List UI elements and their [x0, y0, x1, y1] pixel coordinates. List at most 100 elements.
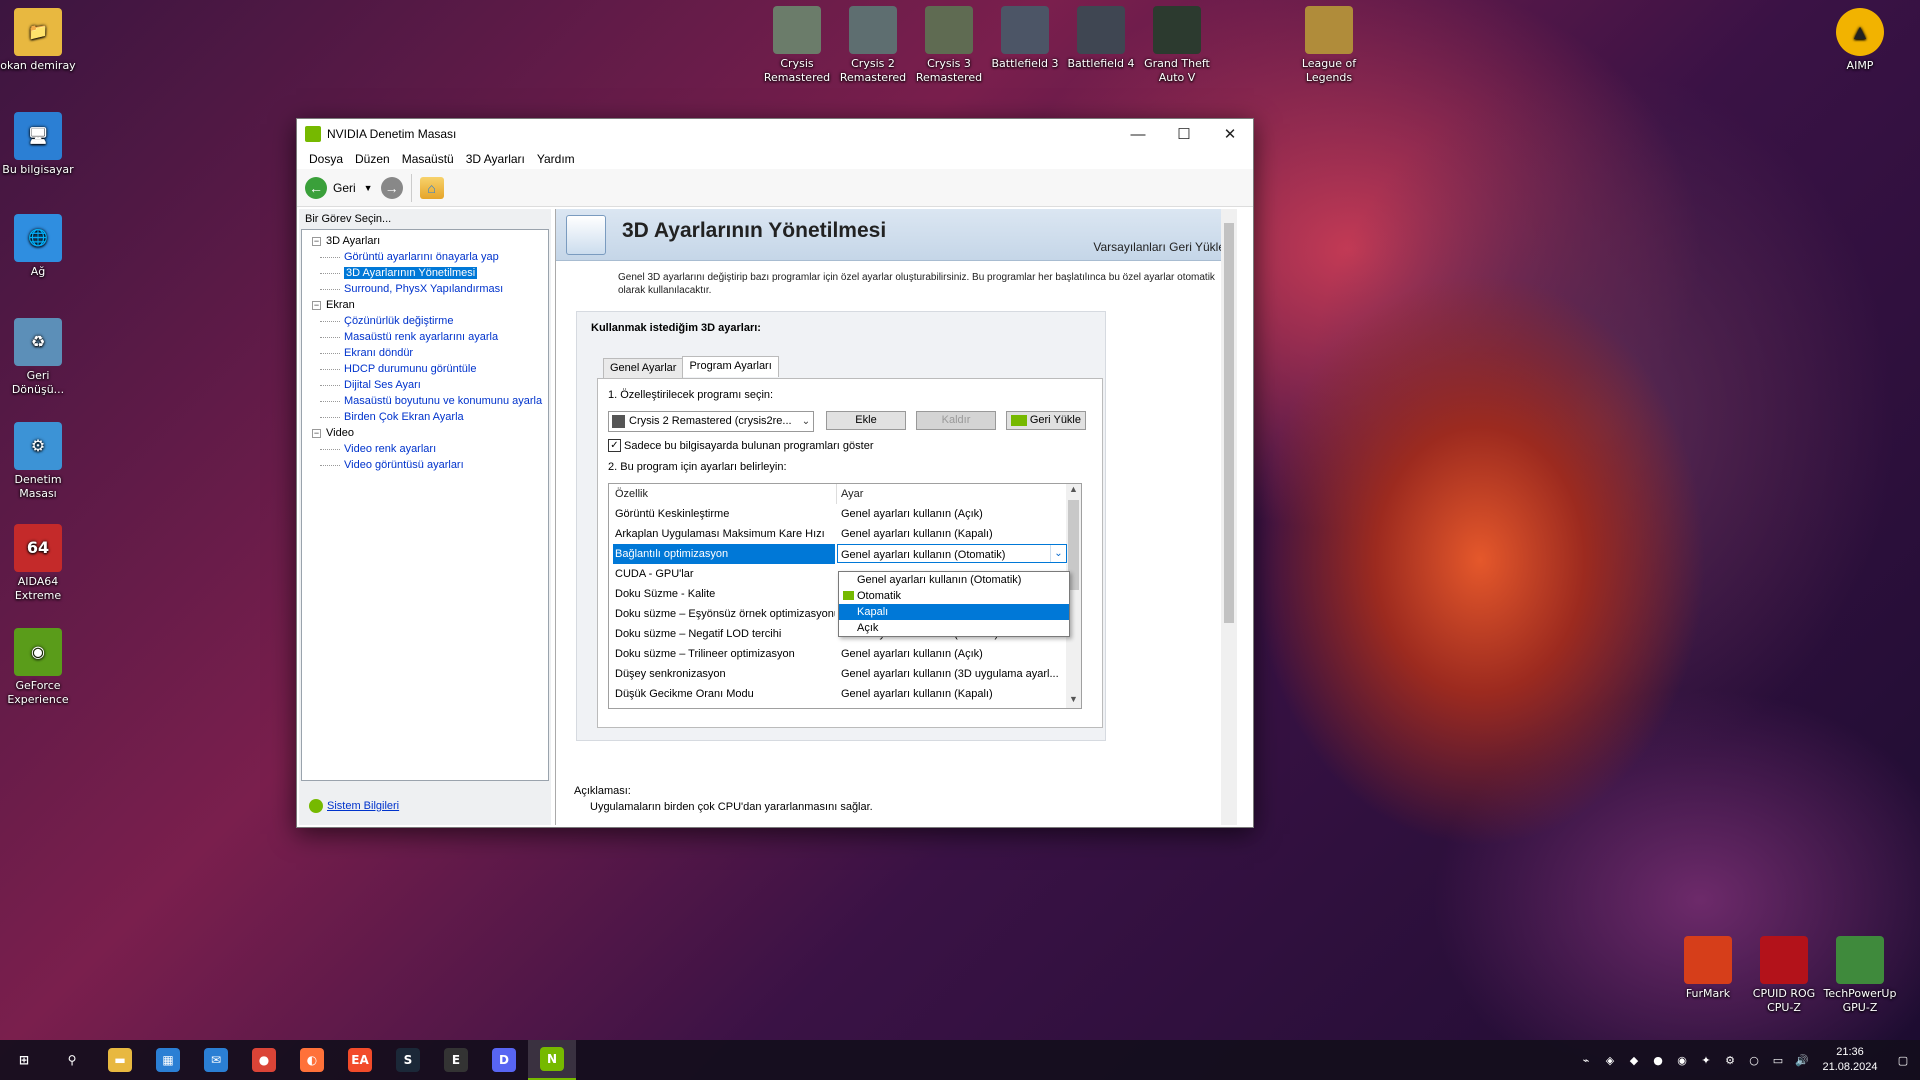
desktop-icon[interactable]: ◉ GeForce Experience — [0, 628, 76, 707]
tree-item[interactable]: Video görüntüsü ayarları — [306, 457, 544, 473]
tree-item[interactable]: Çözünürlük değiştirme — [306, 313, 544, 329]
tray-app-icon[interactable]: ◆ — [1622, 1040, 1646, 1080]
menu-masaustu[interactable]: Masaüstü — [396, 152, 460, 166]
collapse-icon[interactable]: − — [312, 237, 321, 246]
tree-item[interactable]: Masaüstü renk ayarlarını ayarla — [306, 329, 544, 345]
dropdown-option[interactable]: Otomatik — [839, 588, 1069, 604]
notification-icon[interactable]: ▢ — [1886, 1040, 1920, 1080]
add-button[interactable]: Ekle — [826, 411, 906, 430]
taskbar-ea-button[interactable]: EA — [336, 1040, 384, 1080]
tree-category[interactable]: − Ekran — [306, 297, 544, 313]
desktop-icon[interactable]: Crysis 3 Remastered — [911, 6, 987, 85]
tray-app-icon[interactable]: ⚙ — [1718, 1040, 1742, 1080]
title-bar[interactable]: NVIDIA Denetim Masası — ☐ ✕ — [297, 119, 1253, 149]
remove-button[interactable]: Kaldır — [916, 411, 996, 430]
taskbar-mail-button[interactable]: ✉ — [192, 1040, 240, 1080]
tree-item[interactable]: HDCP durumunu görüntüle — [306, 361, 544, 377]
tab-program-settings[interactable]: Program Ayarları — [682, 356, 779, 377]
desktop-icon[interactable]: Battlefield 3 — [987, 6, 1063, 71]
desktop-icon[interactable]: Grand Theft Auto V — [1139, 6, 1215, 85]
menu-dosya[interactable]: Dosya — [303, 152, 349, 166]
restore-defaults-link[interactable]: Varsayılanları Geri Yükle — [1093, 240, 1225, 254]
dropdown-option[interactable]: Açık — [839, 620, 1069, 636]
tray-app-icon[interactable]: ◉ — [1670, 1040, 1694, 1080]
tray-app-icon[interactable]: ● — [1646, 1040, 1670, 1080]
chevron-down-icon[interactable]: ⌄ — [1050, 545, 1066, 562]
tab-global-settings[interactable]: Genel Ayarlar — [603, 358, 684, 379]
desktop-icon-aimp[interactable]: ▲ AIMP — [1822, 8, 1898, 73]
column-header-setting[interactable]: Ayar — [841, 484, 1063, 504]
collapse-icon[interactable]: − — [312, 429, 321, 438]
tree-item[interactable]: Ekranı döndür — [306, 345, 544, 361]
home-icon[interactable]: ⌂ — [419, 176, 444, 199]
tree-category[interactable]: − Video — [306, 425, 544, 441]
table-row[interactable]: Bağlantılı optimizasyon Genel ayarları ku… — [609, 544, 1067, 564]
desktop-icon[interactable]: TechPowerUp GPU-Z — [1822, 936, 1898, 1015]
network-icon[interactable]: ▭ — [1766, 1040, 1790, 1080]
table-row[interactable]: Arkaplan Uygulaması Maksimum Kare Hızı Ge… — [609, 524, 1067, 544]
close-button[interactable]: ✕ — [1207, 119, 1253, 149]
dropdown-option[interactable]: Genel ayarları kullanın (Otomatik) — [839, 572, 1069, 588]
tree-item[interactable]: Masaüstü boyutunu ve konumunu ayarla — [306, 393, 544, 409]
scroll-down-icon[interactable]: ▼ — [1066, 694, 1081, 708]
desktop-icon[interactable]: Crysis Remastered — [759, 6, 835, 85]
tray-app-icon[interactable]: ⌁ — [1574, 1040, 1598, 1080]
content-scrollbar[interactable] — [1221, 209, 1237, 825]
taskbar-firefox-button[interactable]: ◐ — [288, 1040, 336, 1080]
restore-button[interactable]: Geri Yükle — [1006, 411, 1086, 430]
show-only-installed-checkbox[interactable]: ✓ Sadece bu bilgisayarda bulunan program… — [608, 439, 874, 452]
setting-select[interactable]: Genel ayarları kullanın (Otomatik) ⌄ — [837, 544, 1067, 563]
minimize-button[interactable]: — — [1115, 119, 1161, 149]
volume-icon[interactable]: 🔊 — [1790, 1040, 1814, 1080]
taskbar-chrome-button[interactable]: ● — [240, 1040, 288, 1080]
forward-arrow-icon[interactable]: → — [380, 176, 403, 199]
chevron-down-icon[interactable]: ⌄ — [799, 412, 813, 431]
desktop-icon[interactable]: CPUID ROG CPU-Z — [1746, 936, 1822, 1015]
desktop-icon[interactable]: 🖥 Bu bilgisayar — [0, 112, 76, 177]
taskbar-store-button[interactable]: ▦ — [144, 1040, 192, 1080]
scroll-up-icon[interactable]: ▲ — [1066, 484, 1081, 498]
system-info-link[interactable]: Sistem Bilgileri — [309, 799, 399, 813]
tree-item[interactable]: Birden Çok Ekran Ayarla — [306, 409, 544, 425]
desktop-icon[interactable]: 64 AIDA64 Extreme — [0, 524, 76, 603]
table-row[interactable]: Doku süzme – Trilineer optimizasyon Genel… — [609, 644, 1067, 664]
desktop-icon[interactable]: ♻ Geri Dönüşü... — [0, 318, 76, 397]
menu-3d-ayarlari[interactable]: 3D Ayarları — [460, 152, 531, 166]
tree-item[interactable]: Video renk ayarları — [306, 441, 544, 457]
desktop-icon[interactable]: 🌐 Ağ — [0, 214, 76, 279]
dropdown-option[interactable]: Kapalı — [839, 604, 1069, 620]
collapse-icon[interactable]: − — [312, 301, 321, 310]
desktop-icon[interactable]: ⚙ Denetim Masası — [0, 422, 76, 501]
tree-item[interactable]: Dijital Ses Ayarı — [306, 377, 544, 393]
tray-app-icon[interactable]: ○ — [1742, 1040, 1766, 1080]
content-scroll-thumb[interactable] — [1224, 223, 1234, 623]
menu-duzen[interactable]: Düzen — [349, 152, 396, 166]
desktop-icon[interactable]: Crysis 2 Remastered — [835, 6, 911, 85]
tree-item[interactable]: Surround, PhysX Yapılandırması — [306, 281, 544, 297]
desktop-icon[interactable]: Battlefield 4 — [1063, 6, 1139, 71]
system-info-label[interactable]: Sistem Bilgileri — [327, 800, 399, 812]
tree-category[interactable]: −3D Ayarları — [306, 233, 544, 249]
tray-app-icon[interactable]: ◈ — [1598, 1040, 1622, 1080]
taskbar-file-explorer-button[interactable]: ▬ — [96, 1040, 144, 1080]
taskbar-search-button[interactable]: ⚲ — [48, 1040, 96, 1080]
table-row[interactable]: Görüntü Keskinleştirme Genel ayarları kul… — [609, 504, 1067, 524]
tree-item[interactable]: Görüntü ayarlarını önayarla yap — [306, 249, 544, 265]
column-header-feature[interactable]: Özellik — [615, 484, 835, 504]
maximize-button[interactable]: ☐ — [1161, 119, 1207, 149]
tray-app-icon[interactable]: ✦ — [1694, 1040, 1718, 1080]
back-arrow-icon[interactable]: ← — [305, 176, 327, 199]
menu-yardim[interactable]: Yardım — [531, 152, 581, 166]
desktop-icon[interactable]: League of Legends — [1291, 6, 1367, 85]
program-select[interactable]: Crysis 2 Remastered (crysis2re... ⌄ — [608, 411, 814, 432]
taskbar-start-button[interactable]: ⊞ — [0, 1040, 48, 1080]
desktop-icon[interactable]: 📁 okan demiray — [0, 8, 76, 73]
checkbox-checked-icon[interactable]: ✓ — [608, 439, 621, 452]
taskbar-epic-button[interactable]: E — [432, 1040, 480, 1080]
desktop-icon[interactable]: FurMark — [1670, 936, 1746, 1001]
taskbar-steam-button[interactable]: S — [384, 1040, 432, 1080]
back-history-dropdown[interactable]: ▼ — [364, 183, 373, 193]
table-row[interactable]: Düşey senkronizasyon Genel ayarları kulla… — [609, 664, 1067, 684]
clock[interactable]: 21:36 21.08.2024 — [1814, 1045, 1886, 1075]
tree-item[interactable]: 3D Ayarlarının Yönetilmesi — [306, 265, 544, 281]
